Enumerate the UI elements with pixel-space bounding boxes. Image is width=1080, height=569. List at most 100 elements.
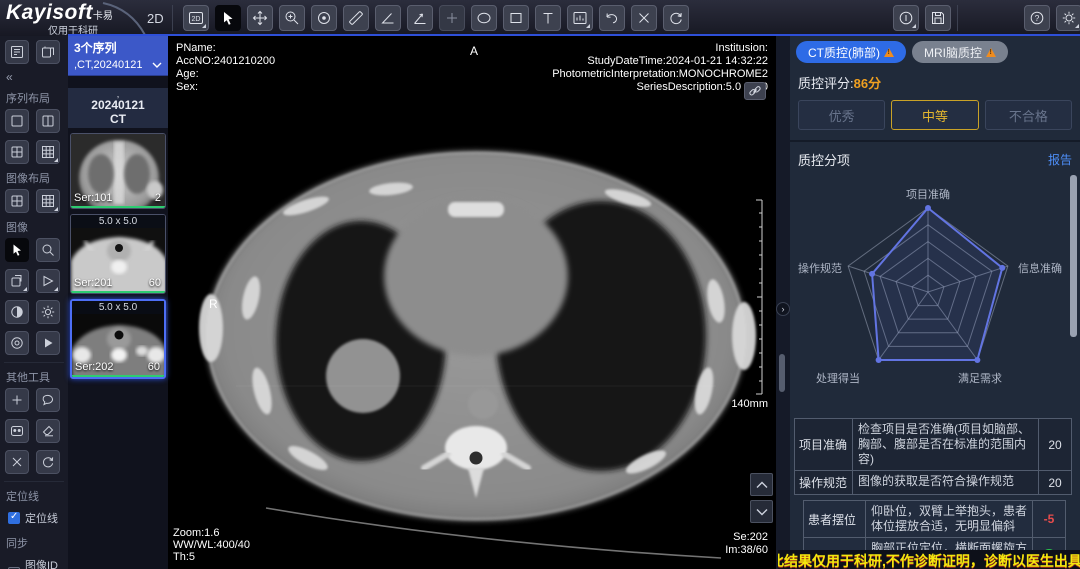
orientation-marker-anterior: A xyxy=(470,44,478,58)
angle-tool-button[interactable] xyxy=(375,5,401,31)
info-button[interactable] xyxy=(893,5,919,31)
grade-medium-button[interactable]: 中等 xyxy=(891,100,978,130)
series-list-toggle-button[interactable] xyxy=(5,40,29,64)
zoom-tool-button[interactable] xyxy=(279,5,305,31)
undo-button[interactable] xyxy=(599,5,625,31)
invert-contrast-button[interactable] xyxy=(5,300,29,324)
thumbnail-load-progress xyxy=(71,291,165,293)
smart-search-button[interactable] xyxy=(5,419,29,443)
tab-label: MRI脑质控 xyxy=(924,44,982,61)
ellipse-tool-button[interactable] xyxy=(471,5,497,31)
mode-2d-button[interactable]: 2D xyxy=(183,5,209,31)
play-button[interactable] xyxy=(36,331,60,355)
thumbnail-image-count: 60 xyxy=(149,277,161,289)
save-button[interactable] xyxy=(925,5,951,31)
row-name: 操作规范 xyxy=(795,471,853,494)
overlay-sex: Sex: xyxy=(176,81,275,94)
checkbox-label: 图像ID同步 xyxy=(25,557,68,569)
eraser-tool-button[interactable] xyxy=(36,419,60,443)
study-select-dropdown[interactable]: ,CT,20240121 xyxy=(68,57,168,76)
thumbnail-series-label: Ser:101 xyxy=(74,192,113,204)
series-layout-1x1-button[interactable] xyxy=(5,109,29,133)
length-tool-button[interactable] xyxy=(343,5,369,31)
scroll-up-button[interactable] xyxy=(750,473,773,496)
rotate-flip-button[interactable] xyxy=(5,269,29,293)
thumbnail-load-progress xyxy=(72,375,164,377)
clear-all-button[interactable] xyxy=(5,450,29,474)
scroll-down-button[interactable] xyxy=(750,500,773,523)
study-group-modality: CT xyxy=(68,112,168,126)
annotation-list-button[interactable] xyxy=(567,5,593,31)
checkbox-image-id-sync[interactable]: 图像ID同步 xyxy=(0,554,68,569)
image-layout-grid-button[interactable] xyxy=(36,189,60,213)
delete-annotation-button[interactable] xyxy=(631,5,657,31)
grade-fail-button[interactable]: 不合格 xyxy=(985,100,1072,130)
settings-button[interactable] xyxy=(1056,5,1080,31)
overlay-wwwl: WW/WL:400/40 xyxy=(173,539,250,551)
image-pointer-button[interactable] xyxy=(5,238,29,262)
series-layout-1x2-button[interactable] xyxy=(36,109,60,133)
checkbox-label: 定位线 xyxy=(25,510,58,526)
radar-label-top: 项目准确 xyxy=(906,186,950,202)
windowing-tool-button[interactable] xyxy=(311,5,337,31)
radar-label-left: 操作规范 xyxy=(798,260,842,276)
table-row-project-accuracy: 项目准确 检查项目是否准确(项目如脑部、胸部、腹部是否在标准的范围内容) 20 xyxy=(794,418,1072,470)
localizer-button[interactable] xyxy=(5,331,29,355)
ruler-length-label: 140mm xyxy=(731,398,768,410)
checkbox-scout-lines[interactable]: 定位线 xyxy=(0,507,68,529)
collapse-rail-button[interactable]: « xyxy=(0,66,68,84)
tab-mri-brain-qc[interactable]: MRI脑质控 xyxy=(912,41,1008,63)
other-tools-section-label: 其他工具 xyxy=(0,363,68,388)
point-tool-button[interactable] xyxy=(439,5,465,31)
magnify-button[interactable] xyxy=(36,238,60,262)
rectangle-tool-button[interactable] xyxy=(503,5,529,31)
thumbnail-series-label: Ser:202 xyxy=(75,361,114,373)
row-name: 项目准确 xyxy=(795,419,853,470)
comment-tool-button[interactable] xyxy=(36,388,60,412)
add-tool-button[interactable] xyxy=(5,388,29,412)
pan-tool-button[interactable] xyxy=(247,5,273,31)
mode-2d-label: 2D xyxy=(147,11,164,26)
qc-panel-scrollbar-thumb[interactable] xyxy=(1070,175,1077,337)
panel-toggle-button[interactable] xyxy=(36,40,60,64)
link-series-button[interactable] xyxy=(744,82,766,100)
study-select-value: ,CT,20240121 xyxy=(74,59,143,71)
logo-swoosh-decoration xyxy=(101,1,151,37)
overlay-image-number: Im:38/60 xyxy=(725,544,768,557)
brightness-button[interactable] xyxy=(36,300,60,324)
chevron-down-icon xyxy=(756,508,768,516)
study-group-desc: , xyxy=(68,90,168,98)
qc-panel: CT质控(肺部) MRI脑质控 质控评分:86分 优秀 中等 不合格 质控分项 … xyxy=(790,36,1080,569)
row-deduction: -5 xyxy=(1033,501,1065,537)
reset-button[interactable] xyxy=(663,5,689,31)
thumbnail-series-201[interactable]: 5.0 x 5.0 Ser:201 60 xyxy=(70,214,166,294)
thumbnail-series-202-selected[interactable]: 5.0 x 5.0 Ser:202 60 xyxy=(70,299,166,379)
pointer-tool-button[interactable] xyxy=(215,5,241,31)
text-tool-button[interactable] xyxy=(535,5,561,31)
study-group-header[interactable]: , 20240121 CT xyxy=(68,88,168,128)
viewer-scrollbar-thumb[interactable] xyxy=(779,354,785,392)
logo-text: Kayisoft xyxy=(6,1,93,24)
image-scroll-buttons xyxy=(750,473,773,523)
image-layout-2x2-button[interactable] xyxy=(5,189,29,213)
overlay-institution: Institusion: xyxy=(552,42,768,55)
main-image-viewport[interactable]: PName: AccNO:2401210200 Age: Sex: A Inst… xyxy=(168,36,776,569)
series-layout-grid-button[interactable] xyxy=(36,140,60,164)
image-section-label: 图像 xyxy=(0,213,68,238)
study-group-date: 20240121 xyxy=(68,98,168,112)
zoom-window-overlay: Zoom:1.6 WW/WL:400/40 Th:5 xyxy=(173,527,250,563)
expand-panel-button[interactable]: › xyxy=(776,302,790,316)
reset-view-button[interactable] xyxy=(36,450,60,474)
patient-info-overlay: PName: AccNO:2401210200 Age: Sex: xyxy=(176,42,275,94)
toolbar-separator xyxy=(172,5,173,31)
series-layout-section-label: 序列布局 xyxy=(0,84,68,109)
cine-play-button[interactable] xyxy=(36,269,60,293)
help-button[interactable]: ? xyxy=(1024,5,1050,31)
series-layout-2x2-button[interactable] xyxy=(5,140,29,164)
tab-ct-lung-qc[interactable]: CT质控(肺部) xyxy=(796,41,906,63)
thumbnail-series-101[interactable]: Ser:101 2 xyxy=(70,133,166,209)
grade-excellent-button[interactable]: 优秀 xyxy=(798,100,885,130)
qc-score-row: 质控评分:86分 xyxy=(790,63,1080,98)
cobb-angle-tool-button[interactable] xyxy=(407,5,433,31)
thumbnail-image-count: 60 xyxy=(148,361,160,373)
